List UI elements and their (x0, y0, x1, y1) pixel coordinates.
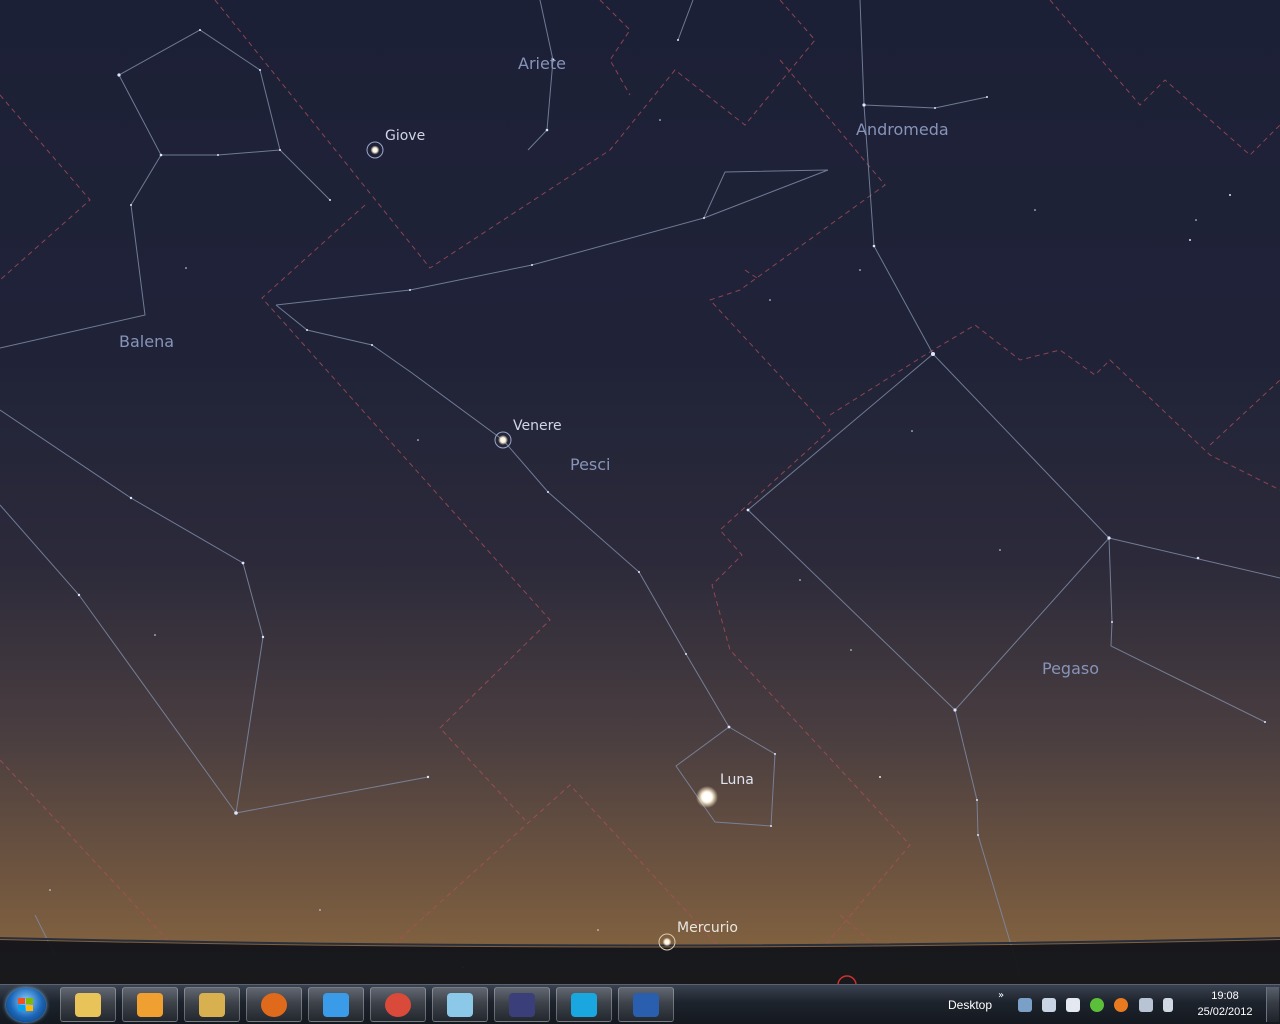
taskbar-button-skype[interactable] (556, 987, 612, 1022)
taskbar-button-chrome[interactable] (370, 987, 426, 1022)
taskbar: Desktop » 19:08 25/02/2012 (0, 984, 1280, 1024)
taskbar-button-notepad[interactable] (432, 987, 488, 1022)
planet-label: Mercurio (677, 920, 738, 936)
start-button[interactable] (6, 988, 46, 1022)
taskbar-button-internet-explorer[interactable] (308, 987, 364, 1022)
taskbar-button-firefox[interactable] (246, 987, 302, 1022)
desktop-toolbar-label[interactable]: Desktop (948, 998, 992, 1012)
flag-tray-icon[interactable] (1066, 998, 1080, 1012)
firefox-icon (261, 993, 287, 1017)
network-tray-icon[interactable] (1042, 998, 1056, 1012)
media-player-icon (137, 993, 163, 1017)
show-desktop-button[interactable] (1266, 987, 1279, 1022)
word-icon (633, 993, 659, 1017)
taskbar-button-stellarium[interactable] (494, 987, 550, 1022)
connection-tray-icon[interactable] (1139, 998, 1153, 1012)
taskbar-button-file-manager[interactable] (184, 987, 240, 1022)
volume-icon[interactable] (1163, 998, 1173, 1012)
planet-label: Venere (513, 418, 562, 434)
webcam-tray-icon[interactable] (1018, 998, 1032, 1012)
clock-date[interactable]: 25/02/2012 (1192, 1006, 1258, 1018)
planet-label: Giove (385, 128, 425, 144)
chrome-icon (385, 993, 411, 1017)
skype-icon (571, 993, 597, 1017)
constellation-label-balena: Balena (119, 332, 174, 351)
constellation-label-pegaso: Pegaso (1042, 659, 1099, 678)
planet-label: Luna (720, 772, 754, 788)
internet-explorer-icon (323, 993, 349, 1017)
clock-time[interactable]: 19:08 (1196, 990, 1254, 1002)
taskbar-button-explorer[interactable] (60, 987, 116, 1022)
constellation-label-ariete: Ariete (518, 54, 566, 73)
constellation-label-andromeda: Andromeda (856, 120, 949, 139)
update-tray-icon[interactable] (1114, 998, 1128, 1012)
notepad-icon (447, 993, 473, 1017)
constellation-label-pesci: Pesci (570, 455, 611, 474)
taskbar-button-word[interactable] (618, 987, 674, 1022)
stellarium-icon (509, 993, 535, 1017)
file-manager-icon (199, 993, 225, 1017)
taskbar-button-media-player[interactable] (122, 987, 178, 1022)
windows-logo-icon (18, 998, 34, 1012)
sky-view[interactable]: Giove Venere Luna Mercurio Ariete Androm… (0, 0, 1280, 1024)
antivirus-tray-icon[interactable] (1090, 998, 1104, 1012)
toolbar-overflow-icon[interactable]: » (998, 990, 1004, 1001)
explorer-icon (75, 993, 101, 1017)
